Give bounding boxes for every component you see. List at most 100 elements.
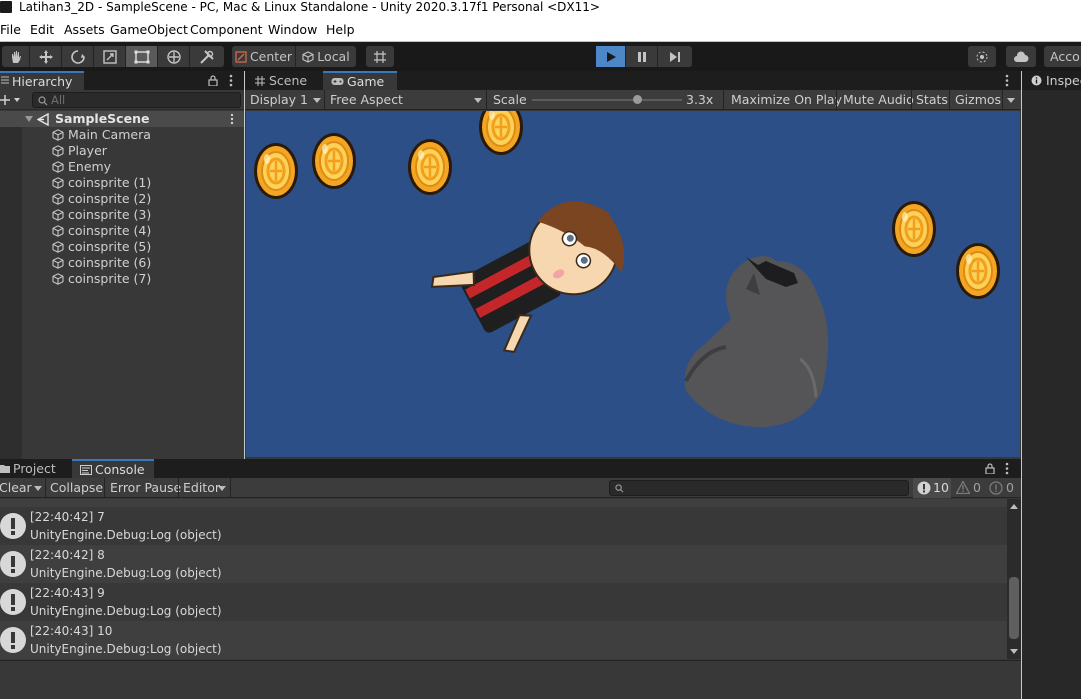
log-source: UnityEngine.Debug:Log (object) [30, 642, 222, 656]
more-options-icon[interactable] [1005, 462, 1009, 475]
error-pause-toggle[interactable]: Error Pause [110, 478, 181, 498]
hamburger-icon [1, 76, 9, 84]
clear-options-arrow-icon[interactable] [34, 486, 42, 491]
scale-slider-thumb[interactable] [633, 95, 642, 104]
collab-button[interactable] [968, 46, 996, 67]
tab-scene[interactable]: Scene [245, 71, 323, 90]
gizmos-toggle[interactable]: Gizmos [955, 90, 1001, 110]
hierarchy-item-coinsprite-4[interactable]: coinsprite (4) [0, 223, 244, 239]
hierarchy-item-coinsprite-1[interactable]: coinsprite (1) [0, 175, 244, 191]
coin-sprite [477, 111, 525, 157]
log-entry[interactable]: [22:40:42] 8 UnityEngine.Debug:Log (obje… [0, 545, 1007, 583]
dropdown-arrow-icon [218, 486, 226, 491]
step-button[interactable] [658, 46, 692, 67]
tab-project[interactable]: Project [0, 459, 72, 478]
gameobject-cube-icon [52, 177, 64, 189]
more-options-icon[interactable] [229, 74, 233, 87]
hierarchy-item-coinsprite-2[interactable]: coinsprite (2) [0, 191, 244, 207]
console-scroll-thumb[interactable] [1009, 577, 1019, 639]
tab-inspector[interactable]: Inspec [1022, 71, 1081, 90]
lock-icon[interactable] [985, 463, 995, 474]
aspect-dropdown[interactable]: Free Aspect [325, 90, 485, 110]
gameobject-cube-icon [52, 225, 64, 237]
display-dropdown[interactable]: Display 1 [245, 90, 323, 110]
hierarchy-item-coinsprite-7[interactable]: coinsprite (7) [0, 271, 244, 287]
game-render-canvas[interactable] [246, 111, 1020, 457]
stats-toggle[interactable]: Stats [916, 90, 948, 110]
pause-button[interactable] [626, 46, 658, 67]
custom-tool-button[interactable] [190, 46, 224, 67]
error-count-toggle[interactable]: 0 [985, 478, 1021, 498]
info-count-toggle[interactable]: 10 [913, 478, 951, 498]
dropdown-arrow-icon [474, 98, 482, 103]
collapse-toggle[interactable]: Collapse [50, 478, 103, 498]
log-entry[interactable]: [22:40:42] 7 UnityEngine.Debug:Log (obje… [0, 507, 1007, 545]
menu-file[interactable]: File [0, 22, 21, 37]
hierarchy-item-player[interactable]: Player [0, 143, 244, 159]
log-message: [22:40:42] 7 [30, 510, 105, 524]
hand-tool-button[interactable] [2, 46, 30, 67]
menu-gameobject[interactable]: GameObject [110, 22, 188, 37]
create-button[interactable] [0, 92, 22, 108]
play-button[interactable] [596, 46, 626, 67]
menu-window[interactable]: Window [268, 22, 317, 37]
pivot-center-button[interactable]: Center [232, 46, 296, 67]
hierarchy-item-coinsprite-3[interactable]: coinsprite (3) [0, 207, 244, 223]
gameobject-cube-icon [52, 273, 64, 285]
pivot-space-button[interactable]: Local [296, 46, 356, 67]
info-message-icon [0, 627, 26, 653]
move-tool-button[interactable] [30, 46, 62, 67]
scene-options-icon[interactable] [230, 113, 234, 125]
scene-row[interactable]: SampleScene [0, 111, 244, 127]
console-scrollbar[interactable] [1007, 499, 1021, 659]
menu-component[interactable]: Component [190, 22, 263, 37]
tab-hierarchy[interactable]: Hierarchy [0, 71, 84, 90]
error-count: 0 [1006, 480, 1014, 495]
more-options-icon[interactable] [1005, 74, 1009, 87]
toolbar-separator [178, 478, 179, 498]
foldout-arrow-icon[interactable] [25, 115, 33, 123]
cloud-button[interactable] [1006, 46, 1036, 67]
rotate-tool-button[interactable] [62, 46, 94, 67]
scroll-up-arrow-icon[interactable] [1010, 504, 1018, 509]
scroll-down-arrow-icon[interactable] [1010, 649, 1018, 654]
menu-help[interactable]: Help [326, 22, 355, 37]
console-log-list[interactable]: [22:40:42] 7 UnityEngine.Debug:Log (obje… [0, 499, 1007, 659]
console-toolbar: Clear Collapse Error Pause Editor 10 0 0 [0, 478, 1021, 498]
scale-slider[interactable] [532, 95, 682, 104]
grid-snap-button[interactable] [366, 46, 394, 67]
aspect-label: Free Aspect [330, 92, 403, 107]
clear-button[interactable]: Clear [0, 478, 32, 498]
hierarchy-search-input[interactable]: All [32, 92, 241, 108]
menu-assets[interactable]: Assets [64, 22, 105, 37]
hierarchy-item-coinsprite-5[interactable]: coinsprite (5) [0, 239, 244, 255]
lock-icon[interactable] [208, 75, 218, 86]
menu-edit[interactable]: Edit [30, 22, 54, 37]
tab-console[interactable]: Console [72, 459, 154, 478]
maximize-on-play-toggle[interactable]: Maximize On Play [731, 90, 842, 110]
folder-icon [0, 465, 10, 473]
editor-dropdown[interactable]: Editor [183, 478, 220, 498]
gizmos-dropdown-arrow-icon[interactable] [1007, 98, 1015, 103]
tab-game[interactable]: Game [323, 71, 397, 90]
mute-audio-toggle[interactable]: Mute Audio [843, 90, 914, 110]
log-entry[interactable]: [22:40:43] 9 UnityEngine.Debug:Log (obje… [0, 583, 1007, 621]
hierarchy-item-enemy[interactable]: Enemy [0, 159, 244, 175]
toolbar-separator [45, 478, 46, 498]
warning-count-toggle[interactable]: 0 [952, 478, 984, 498]
toolbar-separator [1002, 90, 1003, 110]
rect-tool-button[interactable] [126, 46, 158, 67]
log-entry[interactable] [0, 499, 1007, 507]
hierarchy-item-main-camera[interactable]: Main Camera [0, 127, 244, 143]
display-label: Display 1 [250, 92, 309, 107]
hierarchy-item-label: coinsprite (3) [68, 207, 152, 222]
account-dropdown[interactable]: Acco [1044, 46, 1081, 67]
hierarchy-item-coinsprite-6[interactable]: coinsprite (6) [0, 255, 244, 271]
console-search-input[interactable] [609, 480, 909, 496]
scale-tool-button[interactable] [94, 46, 126, 67]
transform-tool-button[interactable] [158, 46, 190, 67]
pivot-controls: Center Local [232, 46, 356, 67]
log-entry[interactable]: [22:40:43] 10 UnityEngine.Debug:Log (obj… [0, 621, 1007, 659]
gameobject-cube-icon [52, 257, 64, 269]
toolbar-separator [911, 90, 912, 110]
